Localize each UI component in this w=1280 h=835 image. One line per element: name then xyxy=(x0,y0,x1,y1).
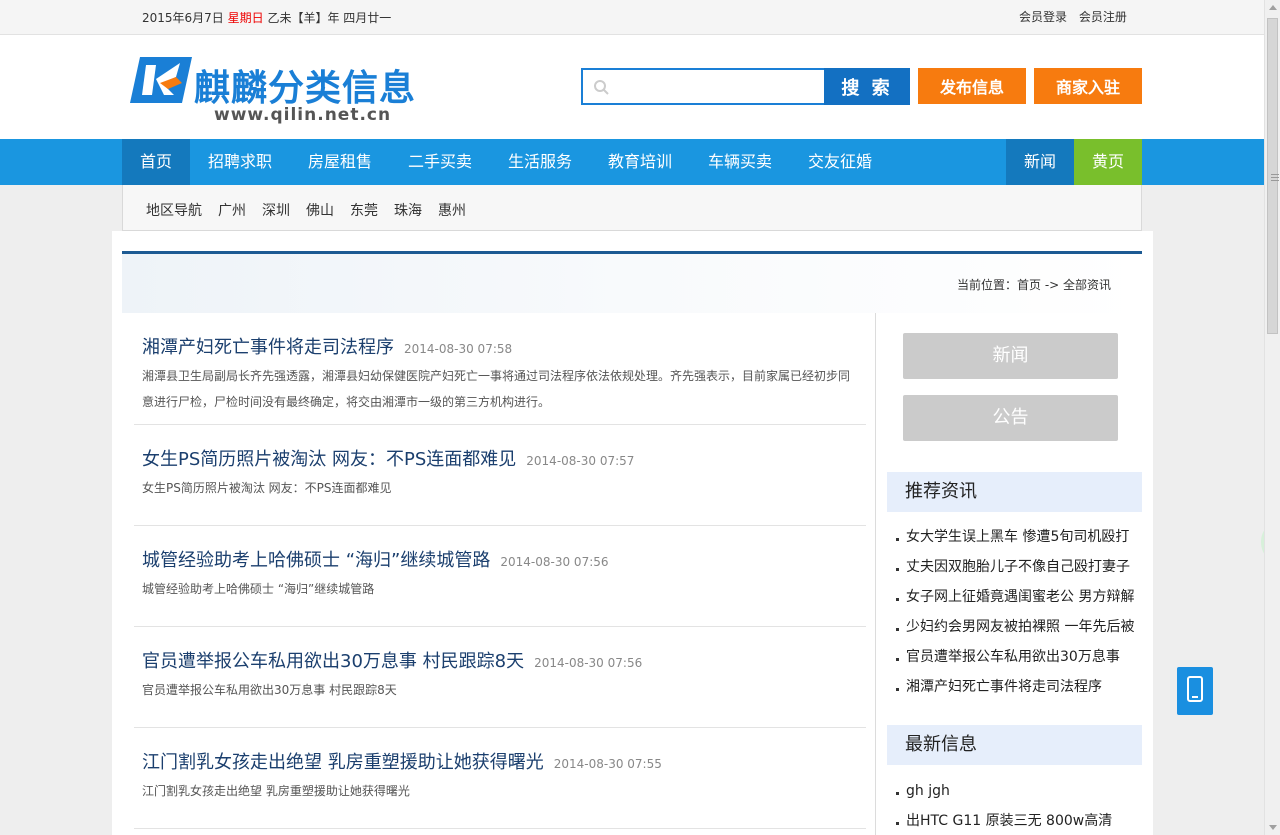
tab-news[interactable]: 新闻 xyxy=(903,333,1118,379)
list-item[interactable]: 少妇约会男网友被拍裸照 一年先后被 xyxy=(887,612,1142,642)
login-link[interactable]: 会员登录 xyxy=(1019,10,1067,24)
phone-icon xyxy=(1187,676,1203,702)
nav-item-housing[interactable]: 房屋租售 xyxy=(308,139,372,185)
article-summary: 城管经验助考上哈佛硕士 “海归”继续城管路 xyxy=(142,582,375,596)
region-city-guangzhou[interactable]: 广州 xyxy=(218,200,246,220)
article-time: 2014-08-30 07:56 xyxy=(534,656,643,670)
article-title[interactable]: 官员遭举报公车私用欲出30万息事 村民跟踪8天 2014-08-30 07:56 xyxy=(142,647,642,673)
article-list: 湘潭产妇死亡事件将走司法程序 2014-08-30 07:58 湘潭县卫生局副局长… xyxy=(122,313,876,835)
article-summary: 女生PS简历照片被淘汰 网友：不PS连面都难见 xyxy=(142,481,392,495)
list-item[interactable]: 丈夫因双胞胎儿子不像自己殴打妻子 xyxy=(887,552,1142,582)
article-summary: 湘潭县卫生局副局长齐先强透露，湘潭县妇幼保健医院产妇死亡一事将通过司法程序依法依… xyxy=(142,369,851,409)
region-city-dongguan[interactable]: 东莞 xyxy=(350,200,378,220)
article-title[interactable]: 湘潭产妇死亡事件将走司法程序 2014-08-30 07:58 xyxy=(142,333,512,359)
member-links: 会员登录 会员注册 xyxy=(1019,8,1135,25)
breadcrumb: 当前位置：首页 -> 全部资讯 xyxy=(957,278,1112,292)
nav-item-secondhand[interactable]: 二手买卖 xyxy=(408,139,472,185)
search-icon xyxy=(594,80,609,95)
weekday-text: 星期日 xyxy=(227,11,264,25)
nav-item-education[interactable]: 教育培训 xyxy=(608,139,672,185)
site-header: 麒麟分类信息 www.qilin.net.cn 搜 索 发布信息 商家入驻 xyxy=(0,35,1264,139)
logo-text: 麒麟分类信息 xyxy=(194,68,417,109)
list-item: 官员遭举报公车私用欲出30万息事 村民跟踪8天 2014-08-30 07:56 … xyxy=(134,627,866,728)
lunar-date-text: 乙未【羊】年 四月廿一 xyxy=(267,11,392,25)
search-input[interactable] xyxy=(615,70,823,103)
article-title[interactable]: 江门割乳女孩走出绝望 乳房重塑援助让她获得曙光 2014-08-30 07:55 xyxy=(142,748,662,774)
nav-item-vehicles[interactable]: 车辆买卖 xyxy=(708,139,772,185)
region-nav: 地区导航 广州 深圳 佛山 东莞 珠海 惠州 xyxy=(122,185,1142,231)
mobile-site-button[interactable] xyxy=(1177,667,1213,715)
region-city-foshan[interactable]: 佛山 xyxy=(306,200,334,220)
nav-item-life-services[interactable]: 生活服务 xyxy=(508,139,572,185)
publish-info-button[interactable]: 发布信息 xyxy=(918,68,1026,104)
list-item: 城管经验助考上哈佛硕士 “海归”继续城管路 2014-08-30 07:56 城管… xyxy=(134,526,866,627)
nav-item-news[interactable]: 新闻 xyxy=(1006,139,1074,185)
list-item[interactable]: 出HTC G11 原装三无 800w高清 xyxy=(887,806,1142,835)
list-item: 女生PS简历照片被淘汰 网友：不PS连面都难见 2014-08-30 07:57 … xyxy=(134,425,866,526)
nav-item-dating[interactable]: 交友征婚 xyxy=(808,139,872,185)
logo-k-icon xyxy=(130,57,192,103)
latest-heading: 最新信息 xyxy=(887,725,1142,765)
tab-notice[interactable]: 公告 xyxy=(903,395,1118,441)
article-time: 2014-08-30 07:56 xyxy=(500,555,609,569)
list-item[interactable]: 官员遭举报公车私用欲出30万息事 xyxy=(887,642,1142,672)
latest-list: gh jgh 出HTC G11 原装三无 800w高清 xyxy=(887,776,1142,835)
search-box: 搜 索 xyxy=(581,68,910,105)
date-display: 2015年6月7日 星期日 乙未【羊】年 四月廿一 xyxy=(142,9,391,26)
scroll-up-arrow[interactable] xyxy=(1269,5,1277,10)
list-item[interactable]: gh jgh xyxy=(887,776,1142,806)
register-link[interactable]: 会员注册 xyxy=(1079,10,1127,24)
article-summary: 官员遭举报公车私用欲出30万息事 村民跟踪8天 xyxy=(142,683,397,697)
region-city-shenzhen[interactable]: 深圳 xyxy=(262,200,290,220)
nav-item-yellow-pages[interactable]: 黄页 xyxy=(1074,139,1142,185)
right-sidebar: 新闻 公告 推荐资讯 女大学生误上黑车 惨遭5旬司机殴打 丈夫因双胞胎儿子不像自… xyxy=(887,313,1142,835)
region-city-huizhou[interactable]: 惠州 xyxy=(438,200,466,220)
article-time: 2014-08-30 07:57 xyxy=(526,454,635,468)
article-time: 2014-08-30 07:58 xyxy=(404,342,513,356)
page-scrollbar[interactable] xyxy=(1264,0,1280,835)
recommend-heading: 推荐资讯 xyxy=(887,472,1142,512)
nav-item-home[interactable]: 首页 xyxy=(122,139,190,185)
list-item[interactable]: 湘潭产妇死亡事件将走司法程序 xyxy=(887,672,1142,702)
list-item: 江门割乳女孩走出绝望 乳房重塑援助让她获得曙光 2014-08-30 07:55 … xyxy=(134,728,866,829)
region-label: 地区导航 xyxy=(146,203,202,219)
article-title[interactable]: 城管经验助考上哈佛硕士 “海归”继续城管路 2014-08-30 07:56 xyxy=(142,546,609,572)
list-item[interactable]: 女子网上征婚竟遇闺蜜老公 男方辩解 xyxy=(887,582,1142,612)
list-item[interactable]: 女大学生误上黑车 惨遭5旬司机殴打 xyxy=(887,522,1142,552)
recommend-list: 女大学生误上黑车 惨遭5旬司机殴打 丈夫因双胞胎儿子不像自己殴打妻子 女子网上征… xyxy=(887,522,1142,702)
site-logo[interactable]: 麒麟分类信息 www.qilin.net.cn xyxy=(130,55,420,127)
nav-item-jobs[interactable]: 招聘求职 xyxy=(208,139,272,185)
region-city-zhuhai[interactable]: 珠海 xyxy=(394,200,422,220)
merchant-join-button[interactable]: 商家入驻 xyxy=(1034,68,1142,104)
search-button[interactable]: 搜 索 xyxy=(824,68,910,105)
scroll-thumb[interactable] xyxy=(1267,18,1279,334)
scroll-down-arrow[interactable] xyxy=(1269,825,1277,830)
article-title[interactable]: 女生PS简历照片被淘汰 网友：不PS连面都难见 2014-08-30 07:57 xyxy=(142,445,634,471)
article-time: 2014-08-30 07:55 xyxy=(553,757,662,771)
main-nav: 首页 招聘求职 房屋租售 二手买卖 生活服务 教育培训 车辆买卖 交友征婚 新闻… xyxy=(0,139,1264,185)
logo-url: www.qilin.net.cn xyxy=(214,105,392,125)
list-item: 湘潭产妇死亡事件将走司法程序 2014-08-30 07:58 湘潭县卫生局副局长… xyxy=(134,313,866,425)
top-bar: 2015年6月7日 星期日 乙未【羊】年 四月廿一 会员登录 会员注册 xyxy=(0,0,1264,35)
date-text: 2015年6月7日 xyxy=(142,11,224,25)
article-summary: 江门割乳女孩走出绝望 乳房重塑援助让她获得曙光 xyxy=(142,784,410,798)
